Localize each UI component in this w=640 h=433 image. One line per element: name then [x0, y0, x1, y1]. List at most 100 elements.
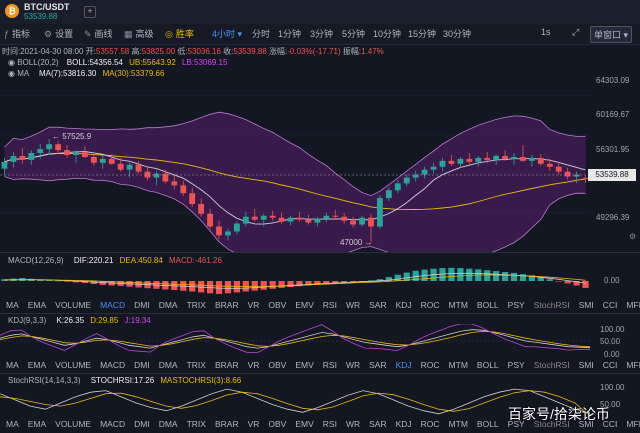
macd-bar	[215, 281, 223, 294]
interval-15m[interactable]: 15分钟	[408, 27, 436, 40]
settings-button[interactable]: ⚙ 设置	[44, 27, 73, 40]
indicator-tab-mtm[interactable]: MTM	[449, 419, 468, 433]
indicator-tab-brar[interactable]: BRAR	[215, 300, 239, 314]
advanced-label: 高级	[135, 29, 154, 39]
indicator-tab-dmi[interactable]: DMI	[134, 300, 150, 314]
indicator-tab-obv[interactable]: OBV	[268, 419, 286, 433]
interval-timeline[interactable]: 分时	[252, 27, 270, 40]
indicator-tab-emv[interactable]: EMV	[295, 419, 313, 433]
kdj-chart[interactable]	[0, 324, 590, 358]
indicator-tab-macd[interactable]: MACD	[100, 419, 125, 433]
indicator-tab-sar[interactable]: SAR	[369, 300, 386, 314]
add-tab-button[interactable]: +	[84, 6, 96, 18]
indicator-tab-wr[interactable]: WR	[346, 300, 360, 314]
candle-body	[189, 193, 196, 204]
indicator-tab-volume[interactable]: VOLUME	[55, 300, 91, 314]
indicator-tab-dma[interactable]: DMA	[159, 300, 178, 314]
draw-button[interactable]: ✎ 画线	[84, 27, 113, 40]
indicator-tab-mfi[interactable]: MFI	[626, 419, 640, 433]
indicator-tab-mfi[interactable]: MFI	[626, 360, 640, 374]
indicator-tab-emv[interactable]: EMV	[295, 300, 313, 314]
indicators-button[interactable]: ƒ 指标	[4, 27, 30, 40]
indicator-tab-boll[interactable]: BOLL	[477, 419, 499, 433]
indicator-tab-trix[interactable]: TRIX	[187, 300, 206, 314]
indicator-tab-dma[interactable]: DMA	[159, 419, 178, 433]
indicator-tab-psy[interactable]: PSY	[508, 360, 525, 374]
window-mode-select[interactable]: 单窗口 ▾	[590, 26, 633, 43]
candle-body	[1, 161, 8, 169]
indicator-tab-brar[interactable]: BRAR	[215, 360, 239, 374]
indicator-tab-vr[interactable]: VR	[248, 300, 260, 314]
watermark: 百家号/拾柒论币	[508, 406, 610, 422]
indicator-tab-smi[interactable]: SMI	[579, 300, 594, 314]
win-rate-button[interactable]: ◎ 胜率	[165, 27, 194, 40]
indicator-tab-psy[interactable]: PSY	[508, 300, 525, 314]
candle-body	[350, 220, 357, 225]
indicator-tab-roc[interactable]: ROC	[421, 300, 440, 314]
interval-30m[interactable]: 30分钟	[443, 27, 471, 40]
candle-body	[82, 152, 88, 157]
pair-title[interactable]: BTC/USDT	[24, 2, 70, 12]
interval-1s-button[interactable]: 1s	[541, 27, 551, 37]
indicator-tab-wr[interactable]: WR	[346, 360, 360, 374]
advanced-button[interactable]: ▦ 高级	[124, 27, 154, 40]
indicator-tab-vr[interactable]: VR	[248, 419, 260, 433]
macd-chart[interactable]	[0, 266, 590, 296]
indicator-tab-cci[interactable]: CCI	[603, 360, 618, 374]
indicator-tab-obv[interactable]: OBV	[268, 300, 286, 314]
indicator-tab-sar[interactable]: SAR	[369, 419, 386, 433]
indicator-tab-macd[interactable]: MACD	[100, 300, 125, 314]
indicator-tab-cci[interactable]: CCI	[603, 300, 618, 314]
indicator-tab-boll[interactable]: BOLL	[477, 300, 499, 314]
indicator-tab-emv[interactable]: EMV	[295, 360, 313, 374]
indicator-tab-boll[interactable]: BOLL	[477, 360, 499, 374]
indicator-tab-volume[interactable]: VOLUME	[55, 360, 91, 374]
candlestick-chart[interactable]: ← 57525.9 47000 →	[0, 56, 590, 252]
indicator-tab-dmi[interactable]: DMI	[134, 419, 150, 433]
indicator-tab-macd[interactable]: MACD	[100, 360, 125, 374]
indicator-tab-stochrsi[interactable]: StochRSI	[534, 360, 570, 374]
indicator-tab-brar[interactable]: BRAR	[215, 419, 239, 433]
indicator-tab-mfi[interactable]: MFI	[626, 300, 640, 314]
indicator-tab-kdj[interactable]: KDJ	[396, 419, 412, 433]
candle-body	[359, 217, 365, 225]
indicator-tab-stochrsi[interactable]: StochRSI	[534, 300, 570, 314]
indicator-tab-volume[interactable]: VOLUME	[55, 419, 91, 433]
close-value: 53539.88	[233, 47, 267, 56]
indicator-tab-sar[interactable]: SAR	[369, 360, 386, 374]
indicator-tab-rsi[interactable]: RSI	[323, 360, 337, 374]
stochrsi-axis-label: 100.00	[600, 383, 625, 392]
indicator-tab-dmi[interactable]: DMI	[134, 360, 150, 374]
indicator-tab-kdj[interactable]: KDJ	[396, 360, 412, 374]
stochrsi-chart[interactable]	[0, 386, 590, 420]
indicator-tab-ma[interactable]: MA	[6, 300, 19, 314]
indicator-tab-ema[interactable]: EMA	[28, 300, 46, 314]
expand-icon[interactable]: ⤢	[572, 27, 579, 38]
interval-10m[interactable]: 10分钟	[373, 27, 401, 40]
interval-5m[interactable]: 5分钟	[342, 27, 365, 40]
indicator-tab-mtm[interactable]: MTM	[449, 360, 468, 374]
interval-4h[interactable]: 4小时 ▾	[212, 27, 242, 40]
indicator-tab-rsi[interactable]: RSI	[323, 419, 337, 433]
interval-1m[interactable]: 1分钟	[278, 27, 301, 40]
indicator-tab-ema[interactable]: EMA	[28, 360, 46, 374]
settings-gear-icon[interactable]: ⚙	[629, 232, 636, 241]
candle-body	[421, 169, 428, 175]
indicator-tab-roc[interactable]: ROC	[421, 419, 440, 433]
indicator-tab-trix[interactable]: TRIX	[187, 419, 206, 433]
indicator-tab-smi[interactable]: SMI	[579, 360, 594, 374]
indicator-tab-dma[interactable]: DMA	[159, 360, 178, 374]
indicator-tab-kdj[interactable]: KDJ	[396, 300, 412, 314]
indicator-tab-ma[interactable]: MA	[6, 360, 19, 374]
indicator-tab-wr[interactable]: WR	[346, 419, 360, 433]
indicator-tab-vr[interactable]: VR	[248, 360, 260, 374]
indicator-tab-ema[interactable]: EMA	[28, 419, 46, 433]
indicator-tab-rsi[interactable]: RSI	[323, 300, 337, 314]
indicator-tab-mtm[interactable]: MTM	[449, 300, 468, 314]
indicator-tab-trix[interactable]: TRIX	[187, 360, 206, 374]
pair-price: 53539.88	[24, 12, 58, 21]
indicator-tab-ma[interactable]: MA	[6, 419, 19, 433]
indicator-tab-obv[interactable]: OBV	[268, 360, 286, 374]
indicator-tab-roc[interactable]: ROC	[421, 360, 440, 374]
interval-3m[interactable]: 3分钟	[310, 27, 333, 40]
